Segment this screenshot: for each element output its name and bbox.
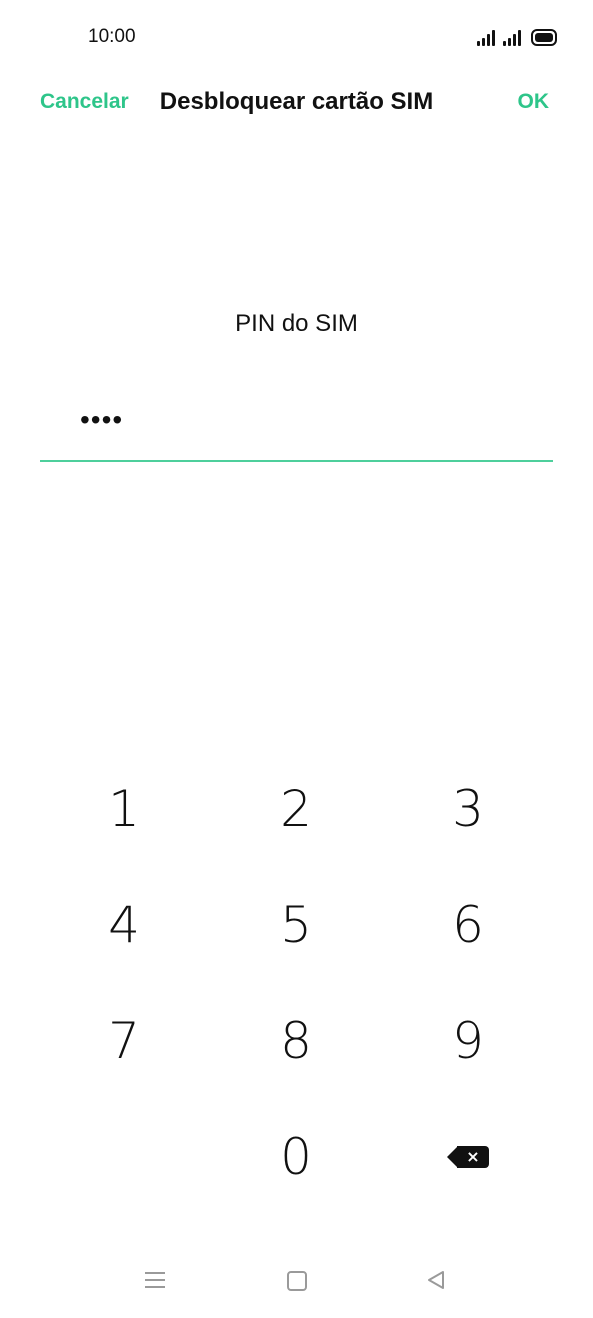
signal-icon [503, 30, 521, 46]
key-1[interactable]: 1 [64, 759, 184, 859]
backspace-button[interactable]: × [408, 1107, 528, 1207]
status-icons [477, 28, 557, 46]
status-bar: 10:00 [0, 0, 593, 76]
key-8[interactable]: 8 [236, 991, 356, 1091]
key-7[interactable]: 7 [64, 991, 184, 1091]
ok-button[interactable]: OK [518, 90, 550, 114]
key-5[interactable]: 5 [236, 875, 356, 975]
status-time: 10:00 [88, 26, 136, 47]
key-3[interactable]: 3 [408, 759, 528, 859]
menu-icon[interactable] [145, 1272, 165, 1288]
pin-label: PIN do SIM [235, 310, 358, 337]
key-6[interactable]: 6 [408, 875, 528, 975]
key-2[interactable]: 2 [236, 759, 356, 859]
signal-icon [477, 30, 495, 46]
backspace-icon: × [447, 1146, 489, 1168]
home-icon[interactable] [287, 1271, 307, 1291]
key-9[interactable]: 9 [408, 991, 528, 1091]
cancel-button[interactable]: Cancelar [40, 90, 129, 114]
pin-input[interactable]: •••• [40, 392, 553, 462]
key-4[interactable]: 4 [64, 875, 184, 975]
navigation-bar [0, 1250, 593, 1310]
key-0[interactable]: 0 [236, 1107, 356, 1207]
pin-input-value: •••• [80, 404, 124, 435]
backspace-icon-glyph: × [466, 1147, 480, 1166]
battery-icon [531, 29, 557, 46]
back-icon[interactable] [426, 1270, 446, 1290]
header: Desbloquear cartão SIM Cancelar OK [0, 78, 593, 126]
